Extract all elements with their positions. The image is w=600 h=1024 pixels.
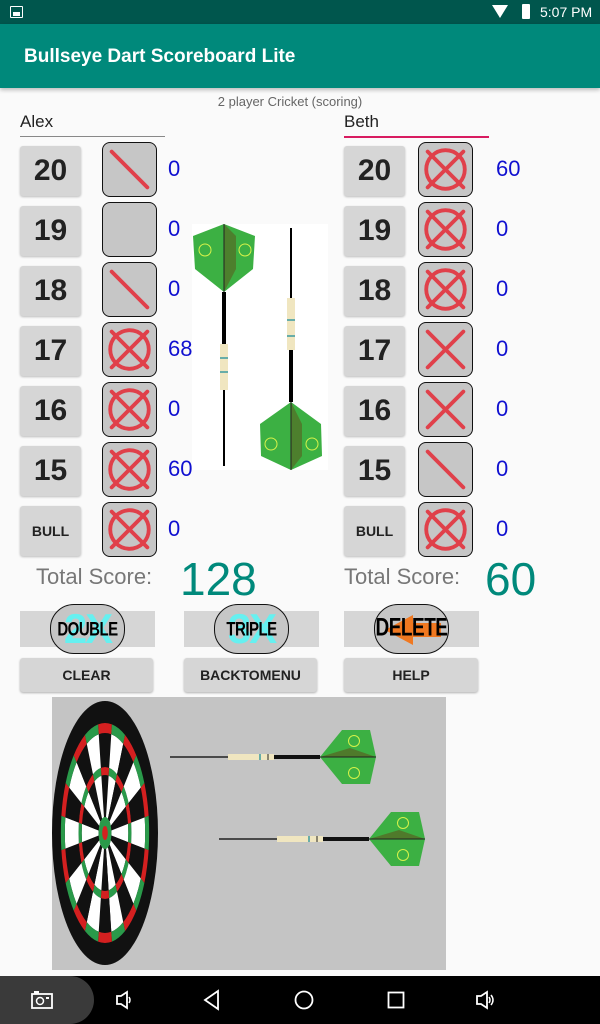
single-slash-mark-icon bbox=[109, 149, 150, 190]
closed-circle-x-mark-icon bbox=[108, 328, 151, 371]
single-slash-mark-icon bbox=[425, 449, 466, 490]
double-button[interactable]: 2X DOUBLE bbox=[50, 604, 125, 654]
screenshot-icon[interactable] bbox=[30, 988, 54, 1012]
player-1-score-20: 0 bbox=[168, 156, 181, 181]
double-label: DOUBLE bbox=[57, 617, 118, 641]
player-1-target-16-button[interactable]: 16 bbox=[20, 386, 81, 436]
player-1-marks-16 bbox=[102, 382, 157, 437]
player-2-score-18: 0 bbox=[496, 276, 509, 301]
player-1-target-bull-button[interactable]: BULL bbox=[20, 506, 81, 556]
player-1-marks-19 bbox=[102, 202, 157, 257]
player-2-marks-17 bbox=[418, 322, 473, 377]
player-1-score-bull: 0 bbox=[168, 516, 181, 541]
app-title: Bullseye Dart Scoreboard Lite bbox=[24, 46, 296, 67]
darts-vertical-graphic bbox=[193, 224, 322, 470]
darts-illustration bbox=[192, 224, 328, 470]
player-1-marks-bull bbox=[102, 502, 157, 557]
flying-dart bbox=[219, 812, 425, 866]
closed-circle-x-mark-icon bbox=[424, 148, 467, 191]
battery-icon bbox=[522, 4, 530, 19]
closed-circle-x-mark-icon bbox=[108, 448, 151, 491]
player-2-marks-18 bbox=[418, 262, 473, 317]
player-2-score-17: 0 bbox=[496, 336, 509, 361]
player-1-total-score: 128 bbox=[180, 553, 257, 605]
image-notification-icon bbox=[10, 6, 23, 18]
player-2-score-20: 60 bbox=[496, 156, 521, 181]
player-2-marks-16 bbox=[418, 382, 473, 437]
player-2-marks-bull bbox=[418, 502, 473, 557]
player-2-target-18-button[interactable]: 18 bbox=[344, 266, 405, 316]
delete-button[interactable]: DELETE bbox=[374, 604, 449, 654]
x-mark-icon bbox=[425, 329, 466, 370]
flying-dart bbox=[170, 730, 376, 784]
closed-circle-x-mark-icon bbox=[424, 508, 467, 551]
navigation-bar bbox=[0, 976, 600, 1024]
player-1-name: Alex bbox=[20, 112, 165, 137]
x-mark-icon bbox=[425, 389, 466, 430]
player-2-score-15: 0 bbox=[496, 456, 509, 481]
player-1-target-18-button[interactable]: 18 bbox=[20, 266, 81, 316]
player-2-score-bull: 0 bbox=[496, 516, 509, 541]
dartboard-image bbox=[52, 697, 446, 970]
player-2-score-19: 0 bbox=[496, 216, 509, 241]
delete-label: DELETE bbox=[375, 614, 448, 642]
back-icon[interactable] bbox=[200, 988, 224, 1012]
wifi-icon bbox=[492, 5, 508, 18]
player-2-marks-19 bbox=[418, 202, 473, 257]
player-2-target-15-button[interactable]: 15 bbox=[344, 446, 405, 496]
player-1-marks-17 bbox=[102, 322, 157, 377]
single-slash-mark-icon bbox=[109, 269, 150, 310]
status-bar: 5:07 PM bbox=[0, 0, 600, 24]
player-1-score-15: 60 bbox=[168, 456, 193, 481]
player-2-total-label: Total Score: bbox=[344, 564, 461, 589]
player-2-target-bull-button[interactable]: BULL bbox=[344, 506, 405, 556]
game-mode-label: 2 player Cricket (scoring) bbox=[217, 94, 363, 109]
closed-circle-x-mark-icon bbox=[424, 208, 467, 251]
closed-circle-x-mark-icon bbox=[108, 508, 151, 551]
home-icon[interactable] bbox=[292, 988, 316, 1012]
closed-circle-x-mark-icon bbox=[108, 388, 151, 431]
player-2-name: Beth bbox=[344, 112, 489, 138]
player-2-target-17-button[interactable]: 17 bbox=[344, 326, 405, 376]
empty-mark-icon bbox=[103, 203, 156, 256]
player-2-total-score: 60 bbox=[485, 553, 537, 605]
app-bar: Bullseye Dart Scoreboard Lite bbox=[0, 24, 600, 88]
player-1-score-16: 0 bbox=[168, 396, 181, 421]
player-2-marks-20 bbox=[418, 142, 473, 197]
player-1-score-17: 68 bbox=[168, 336, 193, 361]
dartboard-graphic bbox=[52, 701, 425, 965]
player-1-marks-15 bbox=[102, 442, 157, 497]
back-to-menu-button[interactable]: BACKTOMENU bbox=[184, 658, 317, 692]
volume-down-icon[interactable] bbox=[112, 988, 136, 1012]
dartboard bbox=[52, 701, 158, 965]
player-1-target-15-button[interactable]: 15 bbox=[20, 446, 81, 496]
closed-circle-x-mark-icon bbox=[424, 268, 467, 311]
volume-up-icon[interactable] bbox=[472, 988, 496, 1012]
recents-icon[interactable] bbox=[384, 988, 408, 1012]
player-2-target-19-button[interactable]: 19 bbox=[344, 206, 405, 256]
player-2-target-20-button[interactable]: 20 bbox=[344, 146, 405, 196]
player-2-score-16: 0 bbox=[496, 396, 509, 421]
player-1-marks-20 bbox=[102, 142, 157, 197]
player-1-target-20-button[interactable]: 20 bbox=[20, 146, 81, 196]
triple-label: TRIPLE bbox=[226, 617, 277, 641]
player-2-marks-15 bbox=[418, 442, 473, 497]
player-1-target-19-button[interactable]: 19 bbox=[20, 206, 81, 256]
status-time: 5:07 PM bbox=[540, 4, 593, 20]
clear-button[interactable]: CLEAR bbox=[20, 658, 153, 692]
player-1-total-label: Total Score: bbox=[36, 564, 153, 589]
player-1-score-18: 0 bbox=[168, 276, 181, 301]
help-button[interactable]: HELP bbox=[344, 658, 478, 692]
player-2-target-16-button[interactable]: 16 bbox=[344, 386, 405, 436]
player-1-target-17-button[interactable]: 17 bbox=[20, 326, 81, 376]
player-1-marks-18 bbox=[102, 262, 157, 317]
triple-button[interactable]: 3X TRIPLE bbox=[214, 604, 289, 654]
player-1-score-19: 0 bbox=[168, 216, 181, 241]
